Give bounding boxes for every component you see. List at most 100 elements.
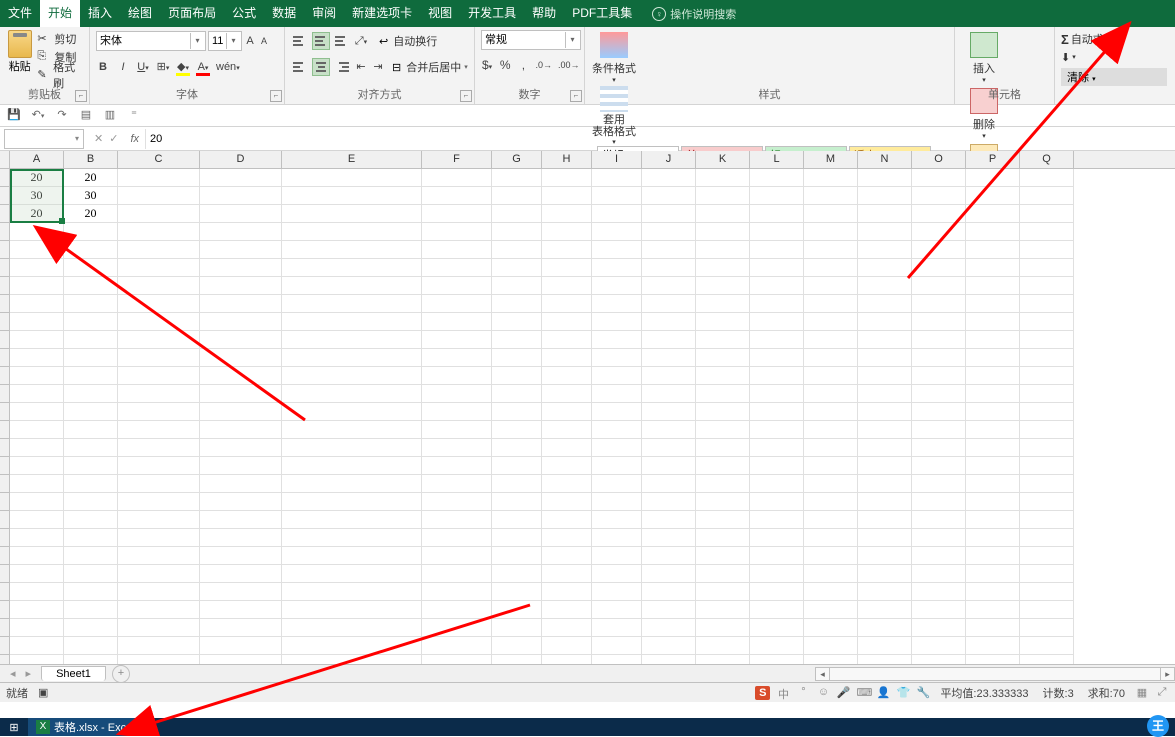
cell[interactable]	[696, 529, 750, 547]
cell[interactable]	[282, 619, 422, 637]
cell[interactable]	[912, 259, 966, 277]
cell[interactable]	[1020, 601, 1074, 619]
cell[interactable]	[64, 367, 118, 385]
cell[interactable]	[542, 205, 592, 223]
cell[interactable]	[912, 421, 966, 439]
font-size-select[interactable]: 11▾	[208, 31, 242, 51]
cell[interactable]	[642, 583, 696, 601]
cell[interactable]	[10, 277, 64, 295]
cell[interactable]	[696, 223, 750, 241]
cell[interactable]	[1020, 619, 1074, 637]
cell[interactable]	[912, 295, 966, 313]
cell[interactable]	[912, 475, 966, 493]
cell[interactable]	[10, 619, 64, 637]
cell[interactable]	[10, 655, 64, 664]
cell[interactable]	[966, 583, 1020, 601]
cell[interactable]	[1020, 169, 1074, 187]
cell[interactable]	[542, 349, 592, 367]
tool-icon[interactable]: 🔧	[916, 686, 930, 700]
cell[interactable]	[750, 475, 804, 493]
increase-decimal-button[interactable]: .0→	[535, 56, 552, 74]
cell[interactable]	[492, 259, 542, 277]
clear-button[interactable]: 清除 ▾	[1061, 68, 1167, 86]
cell[interactable]	[1020, 655, 1074, 664]
row-header[interactable]	[0, 619, 9, 637]
cell[interactable]	[200, 547, 282, 565]
cell[interactable]	[10, 421, 64, 439]
cell[interactable]	[10, 547, 64, 565]
cell[interactable]	[750, 259, 804, 277]
cell[interactable]	[696, 457, 750, 475]
cell[interactable]	[696, 601, 750, 619]
cell[interactable]: 30	[64, 187, 118, 205]
cell[interactable]	[118, 241, 200, 259]
menu-tab-6[interactable]: 数据	[264, 0, 304, 27]
cell[interactable]	[592, 259, 642, 277]
sheet-tab[interactable]: Sheet1	[41, 666, 106, 681]
cell[interactable]	[118, 205, 200, 223]
cell[interactable]	[542, 439, 592, 457]
cell[interactable]	[10, 637, 64, 655]
cell[interactable]	[64, 547, 118, 565]
row-header[interactable]	[0, 367, 9, 385]
tell-me-search[interactable]: ♀操作说明搜索	[652, 6, 736, 22]
cell[interactable]	[282, 529, 422, 547]
undo-button[interactable]: ↶▾	[30, 108, 46, 124]
cell[interactable]	[542, 421, 592, 439]
cell[interactable]	[804, 295, 858, 313]
cell[interactable]	[858, 457, 912, 475]
cell[interactable]	[422, 421, 492, 439]
cell[interactable]	[592, 493, 642, 511]
cell[interactable]	[696, 493, 750, 511]
col-header[interactable]: L	[750, 151, 804, 168]
name-box[interactable]: ▾	[4, 129, 84, 149]
cell[interactable]	[200, 367, 282, 385]
cell[interactable]	[912, 187, 966, 205]
cell[interactable]	[750, 187, 804, 205]
cell[interactable]	[966, 349, 1020, 367]
cell[interactable]	[492, 313, 542, 331]
cell[interactable]	[1020, 205, 1074, 223]
cell[interactable]	[492, 205, 542, 223]
cell[interactable]	[282, 601, 422, 619]
cell[interactable]	[1020, 259, 1074, 277]
cell[interactable]	[492, 349, 542, 367]
cell[interactable]	[750, 295, 804, 313]
cell[interactable]	[696, 403, 750, 421]
cell[interactable]	[492, 223, 542, 241]
orientation-button[interactable]: ⤢▾	[354, 32, 368, 50]
qat-icon[interactable]: ▥	[102, 108, 118, 124]
cell[interactable]	[858, 493, 912, 511]
cell[interactable]	[966, 439, 1020, 457]
cell[interactable]	[1020, 349, 1074, 367]
cell[interactable]	[10, 259, 64, 277]
cell[interactable]	[542, 565, 592, 583]
row-header[interactable]	[0, 313, 9, 331]
cell[interactable]	[912, 223, 966, 241]
cell[interactable]	[1020, 295, 1074, 313]
ime-lang-icon[interactable]: 中	[776, 686, 790, 700]
row-header[interactable]	[0, 277, 9, 295]
cell[interactable]	[592, 529, 642, 547]
cell[interactable]	[118, 619, 200, 637]
cell[interactable]	[422, 205, 492, 223]
cell[interactable]	[200, 583, 282, 601]
cell[interactable]	[118, 349, 200, 367]
menu-tab-5[interactable]: 公式	[224, 0, 264, 27]
cell[interactable]	[422, 385, 492, 403]
cell[interactable]	[804, 439, 858, 457]
cell[interactable]	[642, 313, 696, 331]
cell[interactable]	[492, 439, 542, 457]
cell[interactable]	[64, 385, 118, 403]
cell[interactable]	[966, 655, 1020, 664]
cell[interactable]	[10, 295, 64, 313]
menu-tab-10[interactable]: 开发工具	[460, 0, 524, 27]
cell[interactable]	[282, 403, 422, 421]
sheet-nav-next[interactable]: ▸	[26, 667, 42, 680]
cell[interactable]	[492, 619, 542, 637]
cell[interactable]	[282, 313, 422, 331]
cell[interactable]	[858, 475, 912, 493]
cell[interactable]	[422, 457, 492, 475]
menu-tab-1[interactable]: 开始	[40, 0, 80, 27]
cell[interactable]	[64, 529, 118, 547]
